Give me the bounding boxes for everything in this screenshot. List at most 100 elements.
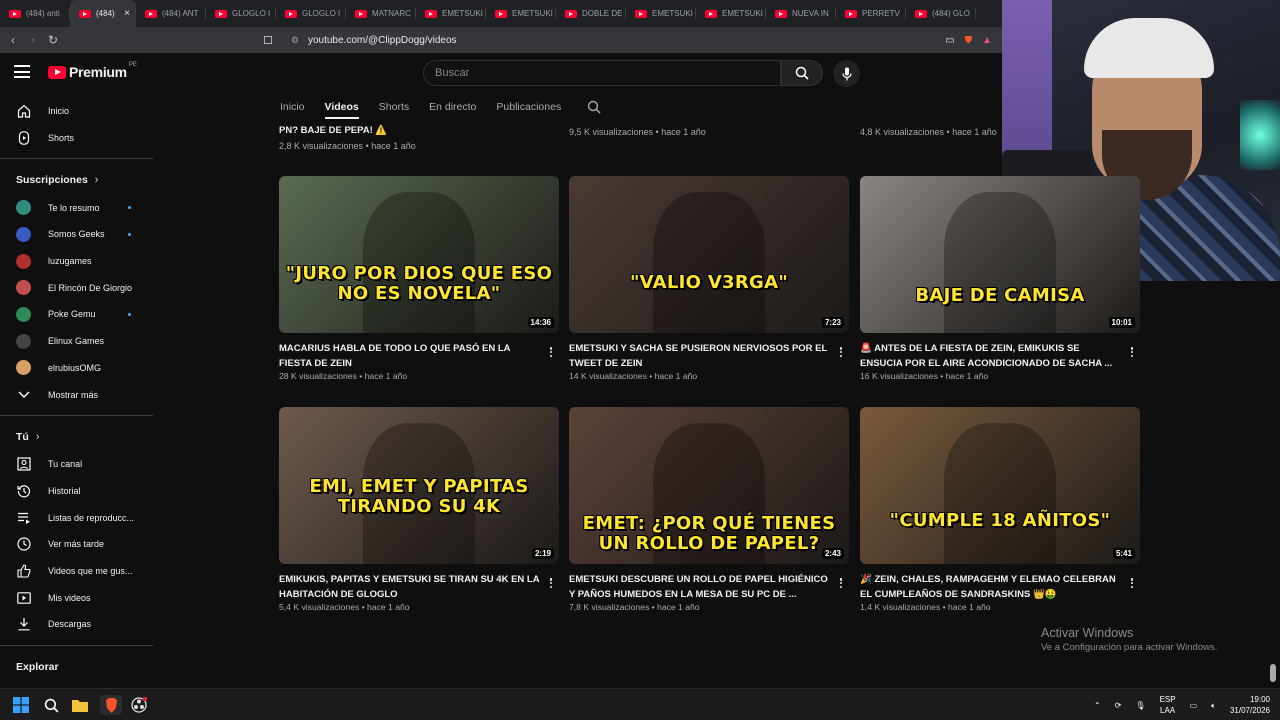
search-button[interactable] <box>781 60 823 86</box>
video-card[interactable]: BAJE DE CAMISA 10:01 🚨 ANTES DE LA FIESTA … <box>860 176 1140 381</box>
more-options-icon[interactable] <box>837 576 845 590</box>
sidebar-item[interactable]: Inicio <box>0 98 153 125</box>
sidebar-item[interactable]: Te lo resumo <box>0 194 153 221</box>
browser-tab[interactable]: (484) anti <box>0 0 70 27</box>
more-options-icon[interactable] <box>1128 345 1136 359</box>
cast-icon[interactable]: ▭ <box>945 35 954 46</box>
channel-tab[interactable]: Publicaciones <box>496 101 561 119</box>
mic-tray-icon[interactable]: 🎙︎ <box>1135 700 1145 711</box>
partial-row-card-2[interactable]: 9,5 K visualizaciones • hace 1 año <box>569 127 706 137</box>
video-thumbnail[interactable]: BAJE DE CAMISA 10:01 <box>860 176 1140 333</box>
video-thumbnail[interactable]: EMI, EMET Y PAPITAS TIRANDO SU 4K 2:19 <box>279 407 559 564</box>
channel-tab[interactable]: Videos <box>324 101 359 119</box>
channel-search-icon[interactable] <box>587 100 601 119</box>
partial-row-card-3[interactable]: 4,8 K visualizaciones • hace 1 año <box>860 127 997 137</box>
partial-row-card-1[interactable]: PN? BAJE DE PEPA! ⚠️ 2,8 K visualizacion… <box>279 125 559 151</box>
more-options-icon[interactable] <box>547 345 555 359</box>
video-title[interactable]: EMETSUKI Y SACHA SE PUSIERON NERVIOSOS P… <box>569 341 831 371</box>
reload-icon[interactable]: ↻ <box>43 33 63 47</box>
brave-rewards-icon[interactable]: ▲ <box>982 35 992 46</box>
sidebar-item[interactable]: Ver más tarde <box>0 531 153 558</box>
video-title[interactable]: 🚨 ANTES DE LA FIESTA DE ZEIN, EMIKUKIS S… <box>860 341 1122 371</box>
video-thumbnail[interactable]: "VALIO V3RGA" 7:23 <box>569 176 849 333</box>
sidebar-item[interactable]: Tu canal <box>0 451 153 478</box>
sidebar-item[interactable]: Mis videos <box>0 584 153 611</box>
browser-tab[interactable]: PERRETV <box>836 0 906 27</box>
video-card[interactable]: EMI, EMET Y PAPITAS TIRANDO SU 4K 2:19 EMI… <box>279 407 559 612</box>
sidebar-item[interactable]: Mostrar más <box>0 381 153 408</box>
video-card[interactable]: "JURO POR DIOS QUE ESO NO ES NOVELA" 14:3… <box>279 176 559 381</box>
sidebar-item[interactable]: Poke Gemu <box>0 301 153 328</box>
youtube-logo[interactable]: Premium PE <box>48 62 137 80</box>
sidebar-item[interactable]: Somos Geeks <box>0 221 153 248</box>
youtube-play-icon <box>48 65 66 79</box>
browser-tab[interactable]: GLOGLO I <box>276 0 346 27</box>
browser-tab[interactable]: GLOGLO I <box>206 0 276 27</box>
forward-icon[interactable]: › <box>23 33 43 47</box>
file-explorer-icon[interactable] <box>70 695 90 715</box>
tray-overflow-icon[interactable]: ⌃ <box>1094 700 1101 711</box>
back-icon[interactable]: ‹ <box>3 33 23 47</box>
browser-tab[interactable]: EMETSUKI <box>626 0 696 27</box>
video-title[interactable]: 🎉 ZEIN, CHALES, RAMPAGEHM Y ELEMAO CELEB… <box>860 572 1122 602</box>
more-options-icon[interactable] <box>547 576 555 590</box>
sidebar-item[interactable]: Historial <box>0 478 153 505</box>
brave-browser-icon[interactable] <box>100 695 122 715</box>
more-options-icon[interactable] <box>837 345 845 359</box>
clock[interactable]: 19:00 31/07/2026 <box>1230 694 1270 716</box>
video-thumbnail[interactable]: EMET: ¿POR QUÉ TIENES UN ROLLO DE PAPEL?… <box>569 407 849 564</box>
sidebar-item[interactable]: El Rincón De Giorgio <box>0 274 153 301</box>
browser-tab[interactable]: EMETSUKI <box>416 0 486 27</box>
browser-tab[interactable]: NUEVA IN <box>766 0 836 27</box>
sync-icon[interactable]: ⟳ <box>1115 700 1122 711</box>
thumbnail-caption: "JURO POR DIOS QUE ESO NO ES NOVELA" <box>285 263 553 304</box>
network-icon[interactable]: ▭ <box>1190 700 1198 711</box>
system-tray: ⌃ ⟳ 🎙︎ ESP LAA ▭ 🔈︎ 19:00 31/07/2026 <box>1080 689 1270 720</box>
video-card[interactable]: "VALIO V3RGA" 7:23 EMETSUKI Y SACHA SE PUS… <box>569 176 849 381</box>
channel-tab[interactable]: En directo <box>429 101 476 119</box>
browser-tab[interactable]: EMETSUKI <box>486 0 556 27</box>
channel-tab[interactable]: Shorts <box>379 101 409 119</box>
sidebar-item[interactable]: luzugames <box>0 248 153 275</box>
browser-tab[interactable]: (484) GLO <box>906 0 976 27</box>
sidebar-item[interactable]: elrubiusOMG <box>0 355 153 382</box>
voice-search-button[interactable] <box>833 60 860 87</box>
site-info-icon[interactable]: ⚙ <box>291 35 299 46</box>
channel-tab[interactable]: Inicio <box>280 101 305 119</box>
sidebar-item[interactable]: Listas de reproducc... <box>0 504 153 531</box>
video-title[interactable]: EMETSUKI DESCUBRE UN ROLLO DE PAPEL HIGI… <box>569 572 831 602</box>
sidebar-item-label: El Rincón De Giorgio <box>48 282 133 293</box>
you-header[interactable]: Tú › <box>0 423 153 451</box>
video-card[interactable]: EMET: ¿POR QUÉ TIENES UN ROLLO DE PAPEL?… <box>569 407 849 612</box>
you-header-label: Tú <box>16 430 29 443</box>
sidebar-item[interactable]: Descargas <box>0 611 153 638</box>
sidebar-item[interactable]: Shorts <box>0 125 153 152</box>
video-thumbnail[interactable]: "CUMPLE 18 AÑITOS" 5:41 <box>860 407 1140 564</box>
page-scrollbar[interactable] <box>1270 664 1276 682</box>
browser-tab[interactable]: (484) ANT <box>136 0 206 27</box>
tab-close-icon[interactable]: × <box>124 8 130 19</box>
url-field[interactable]: ⚙ youtube.com/@ClippDogg/videos <box>291 35 457 46</box>
search-input[interactable]: Buscar <box>423 60 781 86</box>
volume-icon[interactable]: 🔈︎ <box>1211 700 1216 711</box>
browser-tab[interactable]: DOBLE DE <box>556 0 626 27</box>
bookmark-icon[interactable]: ☐ <box>263 34 273 47</box>
video-title[interactable]: MACARIUS HABLA DE TODO LO QUE PASÓ EN LA… <box>279 341 541 371</box>
subscriptions-header[interactable]: Suscripciones › <box>0 166 153 194</box>
video-thumbnail[interactable]: "JURO POR DIOS QUE ESO NO ES NOVELA" 14:3… <box>279 176 559 333</box>
video-card[interactable]: "CUMPLE 18 AÑITOS" 5:41 🎉 ZEIN, CHALES, RA… <box>860 407 1140 612</box>
more-options-icon[interactable] <box>1128 576 1136 590</box>
youtube-favicon-icon <box>355 9 367 18</box>
taskbar-search-icon[interactable] <box>41 695 61 715</box>
menu-icon[interactable] <box>14 65 30 78</box>
browser-tab[interactable]: (484) × <box>70 0 136 27</box>
windows-start-icon[interactable] <box>11 695 31 715</box>
sidebar-item[interactable]: Videos que me gus... <box>0 558 153 585</box>
sidebar-item[interactable]: Elinux Games <box>0 328 153 355</box>
brave-shield-icon[interactable]: ⛊ <box>965 35 973 46</box>
browser-tab[interactable]: MATNARC <box>346 0 416 27</box>
browser-tab[interactable]: EMETSUKI <box>696 0 766 27</box>
video-title[interactable]: EMIKUKIS, PAPITAS Y EMETSUKI SE TIRAN SU… <box>279 572 541 602</box>
obs-icon[interactable] <box>129 695 149 715</box>
language-indicator[interactable]: ESP LAA <box>1160 694 1176 716</box>
